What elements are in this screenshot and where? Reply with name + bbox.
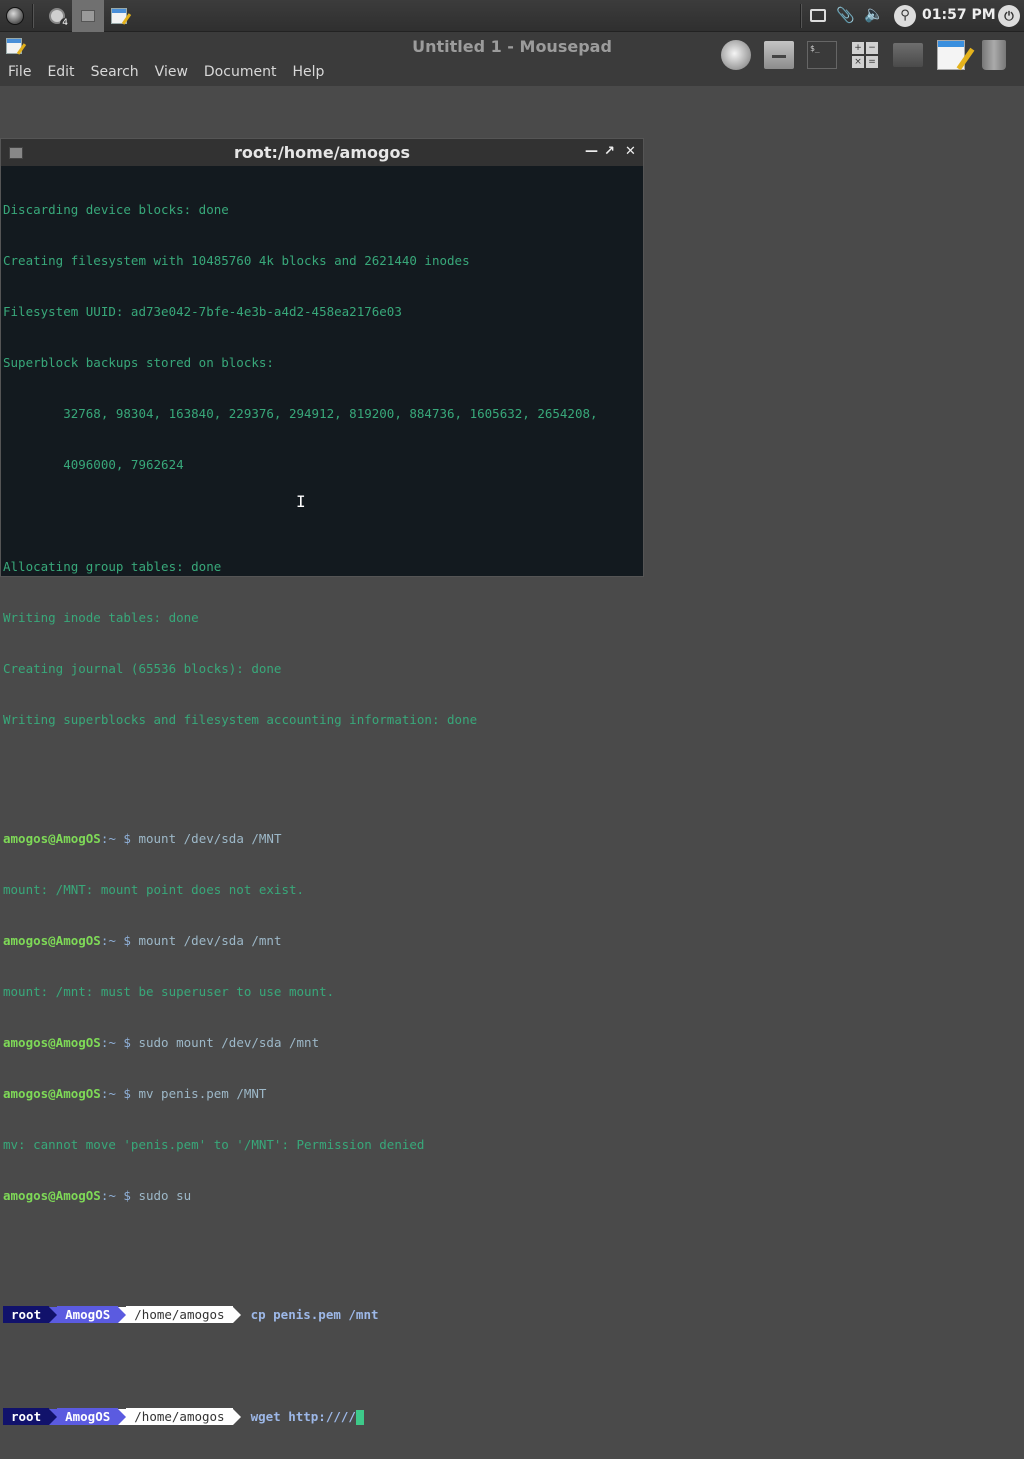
calculator-icon[interactable]: + − × = [848, 38, 882, 72]
segment-arrow [232, 1306, 241, 1323]
close-icon[interactable]: ✕ [625, 144, 636, 159]
firefox-icon[interactable] [719, 38, 753, 72]
taskbar-terminal-button[interactable] [72, 0, 104, 32]
prompt-line: amogos@AmogOS:~ $ mount /dev/sda /mnt [3, 932, 643, 949]
minimize-icon[interactable]: — [585, 144, 598, 159]
prompt-user: amogos@AmogOS [3, 1035, 101, 1050]
prompt-segment-user: root [3, 1408, 50, 1425]
prompt-line: amogos@AmogOS:~ $ mv penis.pem /MNT [3, 1085, 643, 1102]
whisker-menu-icon[interactable] [4, 5, 26, 27]
menu-search[interactable]: Search [83, 60, 147, 86]
terminal-line: Discarding device blocks: done [3, 202, 229, 217]
panel-separator [800, 4, 802, 28]
prompt-user: amogos@AmogOS [3, 831, 101, 846]
powerline-prompt: root AmogOS/home/amogos cp penis.pem /mnt [3, 1306, 643, 1323]
prompt-user: amogos@AmogOS [3, 1086, 101, 1101]
powerline-prompt: root AmogOS/home/amogos wget http://// [3, 1408, 643, 1425]
segment-arrow [232, 1408, 241, 1425]
clipboard-icon[interactable]: 📎 [836, 7, 855, 23]
mouse-ibeam-cursor: I [296, 492, 306, 511]
terminal-window[interactable]: root:/home/amogos — ↗ ✕ Discarding devic… [0, 138, 644, 1425]
taskbar-mousepad-button[interactable] [108, 5, 130, 27]
segment-arrow [118, 1408, 127, 1425]
panel-separator [32, 4, 34, 28]
terminal-line: 32768, 98304, 163840, 229376, 294912, 81… [3, 406, 598, 421]
command-text: cp penis.pem /mnt [250, 1307, 379, 1322]
terminal-line: Writing superblocks and filesystem accou… [3, 712, 478, 727]
text-editor-icon[interactable] [934, 38, 968, 72]
prompt-segment-path: /home/amogos [126, 1306, 233, 1323]
prompt-line: amogos@AmogOS:~ $ sudo mount /dev/sda /m… [3, 1034, 643, 1051]
menu-document[interactable]: Document [196, 60, 285, 86]
prompt-symbol: :~ $ [100, 1035, 139, 1050]
terminal-launcher-icon[interactable]: $_ [805, 38, 839, 72]
power-icon[interactable]: ⏻ [998, 5, 1020, 27]
prompt-segment-host: AmogOS [57, 1306, 119, 1323]
text-cursor [355, 1410, 364, 1425]
terminal-icon [81, 10, 95, 22]
terminal-line: mount: /MNT: mount point does not exist. [3, 882, 305, 897]
terminal-line: Writing inode tables: done [3, 610, 199, 625]
prompt-symbol: :~ $ [100, 933, 139, 948]
trash-icon[interactable] [977, 38, 1011, 72]
segment-arrow [49, 1408, 58, 1425]
segment-arrow [118, 1306, 127, 1323]
terminal-output[interactable]: Discarding device blocks: done Creating … [1, 166, 643, 1459]
app-launcher-icon[interactable]: 4 [46, 5, 70, 29]
launcher-badge: 4 [60, 18, 70, 29]
prompt-symbol: :~ $ [100, 831, 139, 846]
terminal-line: Allocating group tables: done [3, 559, 222, 574]
prompt-line: amogos@AmogOS:~ $ mount /dev/sda /MNT [3, 830, 643, 847]
mousepad-icon [111, 8, 127, 24]
prompt-symbol: :~ $ [100, 1188, 139, 1203]
terminal-line: Creating journal (65536 blocks): done [3, 661, 282, 676]
terminal-titlebar[interactable]: root:/home/amogos — ↗ ✕ [1, 139, 643, 166]
prompt-symbol: :~ $ [100, 1086, 139, 1101]
prompt-user: amogos@AmogOS [3, 1188, 101, 1203]
maximize-icon[interactable]: ↗ [604, 144, 615, 159]
terminal-line: mv: cannot move 'penis.pem' to '/MNT': P… [3, 1137, 425, 1152]
prompt-segment-host: AmogOS [57, 1408, 119, 1425]
command-text: sudo su [138, 1188, 192, 1203]
menu-view[interactable]: View [147, 60, 196, 86]
command-text: mv penis.pem /MNT [138, 1086, 267, 1101]
menu-edit[interactable]: Edit [39, 60, 82, 86]
volume-icon[interactable]: 🔈 [864, 6, 884, 22]
terminal-line: Superblock backups stored on blocks: [3, 355, 274, 370]
prompt-segment-path: /home/amogos [126, 1408, 233, 1425]
top-panel: 4 📎 🔈 ⚲ 01:57 PM ⏻ [0, 0, 1024, 32]
terminal-line: Filesystem UUID: ad73e042-7bfe-4e3b-a4d2… [3, 304, 402, 319]
command-text: mount /dev/sda /mnt [138, 933, 282, 948]
terminal-line: Creating filesystem with 10485760 4k blo… [3, 253, 470, 268]
segment-arrow [49, 1306, 58, 1323]
menu-help[interactable]: Help [284, 60, 332, 86]
command-text: mount /dev/sda /MNT [138, 831, 282, 846]
clock[interactable]: 01:57 PM [922, 7, 996, 23]
prompt-line: amogos@AmogOS:~ $ sudo su [3, 1187, 643, 1204]
terminal-line: 4096000, 7962624 [3, 457, 184, 472]
folder-icon[interactable] [891, 38, 925, 72]
terminal-title: root:/home/amogos [234, 143, 410, 162]
display-icon[interactable] [810, 9, 826, 22]
menu-file[interactable]: File [0, 60, 39, 86]
command-text: sudo mount /dev/sda /mnt [138, 1035, 320, 1050]
prompt-segment-user: root [3, 1306, 50, 1323]
command-input[interactable]: wget http://// [251, 1409, 356, 1424]
terminal-line: mount: /mnt: must be superuser to use mo… [3, 984, 335, 999]
file-manager-icon[interactable] [762, 38, 796, 72]
prompt-user: amogos@AmogOS [3, 933, 101, 948]
search-icon[interactable]: ⚲ [894, 5, 916, 27]
